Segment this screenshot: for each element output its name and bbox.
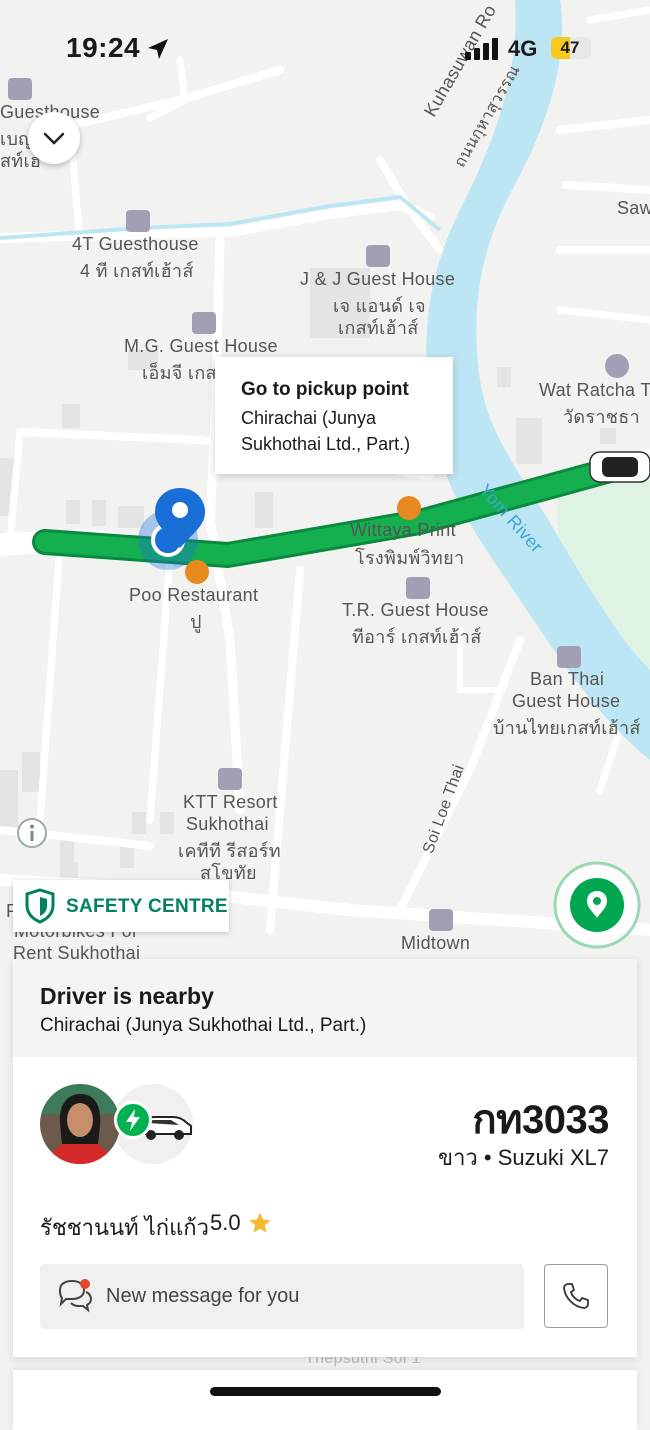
callout-address: Chirachai (Junya Sukhothai Ltd., Part.) [241,408,411,454]
map-label: J & J Guest House [300,269,456,289]
chevron-down-icon [43,132,65,145]
phone-icon [563,1283,589,1309]
map-label: เกสท์เฮ้าส์ [338,318,419,338]
map-label: Saw [617,198,650,218]
car-icon [589,451,650,483]
sheet-header: Driver is nearby Chirachai (Junya Sukhot… [13,959,637,1057]
map-label: KTT Resort [183,792,278,812]
pickup-callout[interactable]: Go to pickup point Chirachai (Junya Sukh… [215,357,453,474]
secondary-sheet[interactable] [13,1370,637,1430]
chat-message-text: New message for you [106,1285,300,1307]
chat-icon [58,1279,93,1313]
driver-rating: 5.0 [210,1210,241,1235]
callout-title: Go to pickup point [241,379,409,400]
shield-icon [25,888,55,924]
navigation-arrow-icon [148,39,168,59]
map-label: ปู [190,612,202,632]
call-driver-button[interactable] [544,1264,608,1328]
map-label: บ้านไทยเกสท์เฮ้าส์ [493,718,641,738]
status-time: 19:24 [66,32,141,63]
pickup-address: Chirachai (Junya Sukhothai Ltd., Part.) [40,1015,367,1036]
chat-message-field[interactable]: New message for you [40,1264,524,1329]
map-label: Ban Thai [530,669,605,689]
status-bar: 19:24 4G 47 [0,0,650,90]
driver-name: รัชชานนท์ ไก่แก้ว [40,1215,209,1240]
safety-centre-label: SAFETY CENTRE [66,896,228,917]
safety-centre-button[interactable]: SAFETY CENTRE [13,880,229,932]
map-label: 4 ที เกสท์เฮ้าส์ [80,261,194,281]
map-label: Poo Restaurant [129,585,259,605]
map-label: ทีอาร์ เกสท์เฮ้าส์ [352,627,482,647]
star-icon [249,1212,271,1233]
map-label: T.R. Guest House [342,600,489,620]
map-label: 4T Guesthouse [72,234,199,254]
map-label: Sukhothai [186,814,269,834]
map-label: Wat Ratcha T [539,380,650,400]
collapse-button[interactable] [28,112,80,164]
map-label: โรงพิมพ์วิทยา [355,548,465,568]
battery-indicator: 47 [551,37,591,59]
map-label: M.G. Guest House [124,336,278,356]
map-label: Midtown [401,933,471,953]
home-indicator[interactable] [210,1387,441,1396]
map-label: เอ็มจี เกส [142,363,217,383]
battery-percent: 47 [560,38,580,57]
network-type: 4G [508,36,538,61]
driver-sheet[interactable]: Driver is nearby Chirachai (Junya Sukhot… [13,959,637,1357]
map-label: Guest House [512,691,621,711]
map-label: Wittaya Print [350,520,456,540]
trip-status-title: Driver is nearby [40,983,214,1009]
bolt-icon [114,1101,152,1139]
avatar[interactable] [40,1084,120,1164]
signal-icon [465,38,498,60]
info-icon[interactable] [16,817,48,849]
map-label: วัดราชธา [563,407,640,427]
vehicle-description: ขาว • Suzuki XL7 [438,1145,609,1170]
recenter-location-button[interactable] [553,861,641,949]
